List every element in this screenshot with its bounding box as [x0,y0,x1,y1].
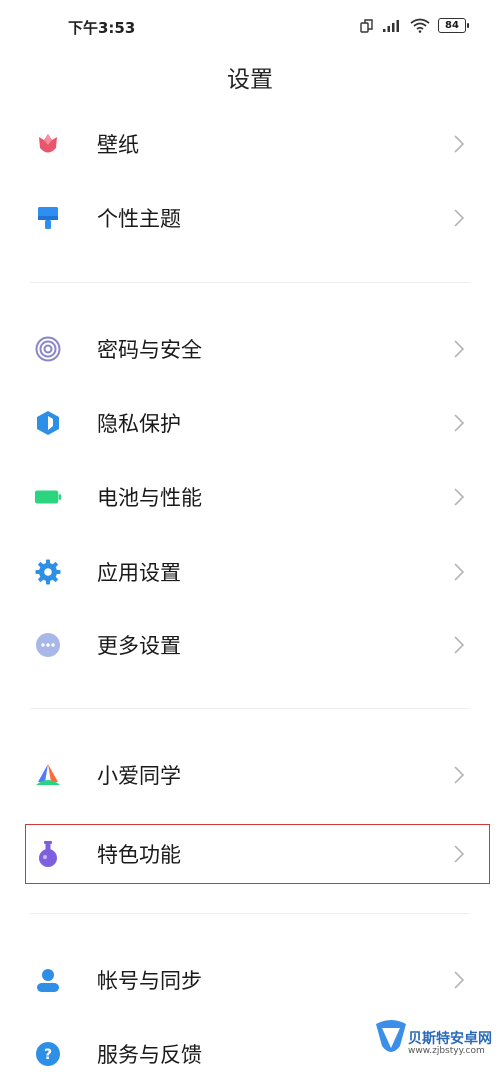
settings-item-theme[interactable]: 个性主题 [0,187,500,249]
highlight-box [25,824,490,884]
wifi-icon [410,18,430,33]
settings-item-privacy[interactable]: 隐私保护 [0,392,500,454]
settings-item-label: 隐私保护 [97,412,181,436]
person-icon [34,966,62,994]
settings-item-label: 应用设置 [97,561,181,585]
settings-item-label: 密码与安全 [97,338,202,362]
chevron-right-icon [454,209,465,227]
chevron-right-icon [454,563,465,581]
settings-item-more-settings[interactable]: 更多设置 [0,614,500,676]
chevron-right-icon [454,488,465,506]
settings-item-app-settings[interactable]: 应用设置 [0,541,500,603]
dual-sim-icon [360,18,373,33]
settings-item-label: 服务与反馈 [97,1043,202,1067]
status-icons: 84 [360,18,469,33]
settings-item-wallpaper[interactable]: 壁纸 [0,113,500,175]
battery-indicator: 84 [438,18,469,33]
gear-icon [34,558,62,586]
watermark-url: www.zjbstyy.com [408,1046,485,1056]
settings-item-label: 电池与性能 [97,486,202,510]
xiaoai-assistant-icon [34,761,62,789]
settings-item-battery[interactable]: 电池与性能 [0,466,500,528]
watermark-name: 贝斯特安卓网 [408,1031,492,1047]
settings-item-label: 更多设置 [97,634,181,658]
settings-item-label: 小爱同学 [97,764,181,788]
section-divider [30,913,470,914]
settings-item-password-security[interactable]: 密码与安全 [0,318,500,380]
svg-text:?: ? [44,1047,52,1063]
settings-item-xiaoai[interactable]: 小爱同学 [0,744,500,806]
chevron-right-icon [454,636,465,654]
settings-item-label: 帐号与同步 [97,969,202,993]
more-dots-icon [34,631,62,659]
status-time: 下午3:53 [68,19,136,37]
signal-icon [383,19,399,32]
battery-icon [34,483,62,511]
chevron-right-icon [454,971,465,989]
settings-item-account-sync[interactable]: 帐号与同步 [0,949,500,1011]
settings-item-label: 个性主题 [97,207,181,231]
shield-icon [34,409,62,437]
chevron-right-icon [454,766,465,784]
tulip-icon [34,130,62,158]
fingerprint-icon [34,335,62,363]
paint-brush-icon [34,204,62,232]
section-divider [30,708,470,709]
page-title: 设置 [227,67,273,93]
chevron-right-icon [454,414,465,432]
settings-item-label: 壁纸 [97,133,139,157]
section-divider [30,282,470,283]
chevron-right-icon [454,135,465,153]
chevron-right-icon [454,340,465,358]
status-bar: 下午3:53 84 [0,0,500,56]
